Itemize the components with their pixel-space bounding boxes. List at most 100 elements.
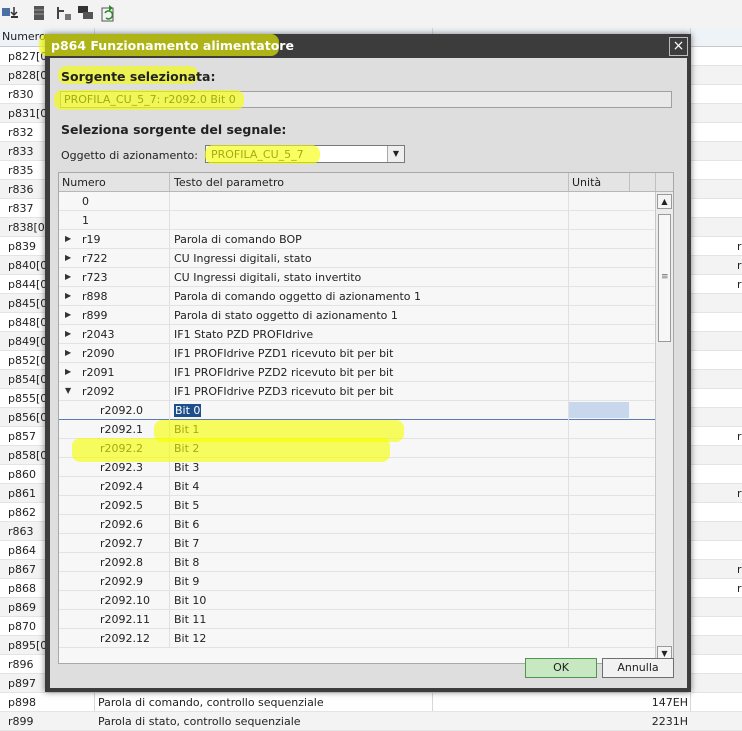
row-number: r2092	[82, 385, 115, 398]
parameter-extra: r	[737, 430, 742, 443]
parameter-number: p845[0	[8, 297, 48, 310]
close-icon[interactable]: ×	[669, 37, 688, 56]
grid-row[interactable]: 1	[59, 211, 655, 230]
grid-row[interactable]: ▼ r2092 IF1 PROFIdrive PZD3 ricevuto bit p…	[59, 382, 655, 401]
vertical-scrollbar[interactable]: ▲ ≡ ▼	[655, 192, 673, 663]
parameter-number: p856[0	[8, 411, 48, 424]
row-number: r723	[82, 271, 108, 284]
grid-row[interactable]: ▶ r2043 IF1 Stato PZD PROFIdrive	[59, 325, 655, 344]
grid-row[interactable]: ▶ r899 Parola di stato oggetto di azioname…	[59, 306, 655, 325]
row-text: IF1 PROFIdrive PZD2 ricevuto bit per bit	[174, 366, 394, 379]
row-text: Bit 1	[174, 423, 200, 436]
grid-row[interactable]: ▶ r722 CU Ingressi digitali, stato	[59, 249, 655, 268]
parameter-number: r836	[8, 183, 34, 196]
column-header-testo[interactable]: Testo del parametro	[174, 176, 284, 189]
parameter-extra: r	[737, 240, 742, 253]
toolbar	[0, 0, 742, 29]
drive-object-label: Oggetto di azionamento:	[61, 149, 198, 162]
grid-row[interactable]: r2092.10 Bit 10	[59, 591, 655, 610]
grid-row[interactable]: r2092.9 Bit 9	[59, 572, 655, 591]
grid-row[interactable]: r2092.5 Bit 5	[59, 496, 655, 515]
parameter-number: p868	[8, 582, 36, 595]
row-text: Parola di comando BOP	[174, 233, 302, 246]
expand-arrow-icon[interactable]: ▶	[65, 253, 71, 262]
parameter-number: r833	[8, 145, 34, 158]
row-number: r2092.4	[100, 480, 144, 493]
grid-row[interactable]: ▶ r2091 IF1 PROFIdrive PZD2 ricevuto bit p…	[59, 363, 655, 382]
parameter-number: r863	[8, 525, 34, 538]
grid-row[interactable]: r2092.4 Bit 4	[59, 477, 655, 496]
table-row[interactable]: r899 Parola di stato, controllo sequenzia…	[0, 712, 742, 731]
drive-object-value: PROFILA_CU_5_7	[211, 148, 304, 161]
grid-row[interactable]: r2092.1 Bit 1	[59, 420, 655, 439]
row-number: r899	[82, 309, 108, 322]
grid-row[interactable]: r2092.6 Bit 6	[59, 515, 655, 534]
parameter-number: p855[0	[8, 392, 48, 405]
expand-arrow-icon[interactable]: ▶	[65, 272, 71, 281]
grid-row[interactable]: r2092.8 Bit 8	[59, 553, 655, 572]
row-text: Bit 7	[174, 537, 200, 550]
row-text: IF1 PROFIdrive PZD3 ricevuto bit per bit	[174, 385, 394, 398]
row-number: r2092.6	[100, 518, 144, 531]
grid-row-selected[interactable]: r2092.0 Bit 0	[59, 401, 655, 420]
tool-icon[interactable]	[56, 5, 71, 20]
parameter-number: p854[0	[8, 373, 48, 386]
chevron-down-icon[interactable]: ▼	[387, 146, 404, 162]
row-number: r2092.1	[100, 423, 144, 436]
row-text: Bit 11	[174, 613, 207, 626]
grid-row[interactable]: r2092.11 Bit 11	[59, 610, 655, 629]
row-text: CU Ingressi digitali, stato	[174, 252, 312, 265]
refresh-icon[interactable]	[100, 5, 114, 22]
parameter-number: p897	[8, 677, 36, 690]
grid-row[interactable]: r2092.3 Bit 3	[59, 458, 655, 477]
grid-row[interactable]: ▶ r2090 IF1 PROFIdrive PZD1 ricevuto bit p…	[59, 344, 655, 363]
grid-row[interactable]: ▶ r723 CU Ingressi digitali, stato inverti…	[59, 268, 655, 287]
grid-row[interactable]: r2092.2 Bit 2	[59, 439, 655, 458]
expand-arrow-icon[interactable]: ▶	[65, 348, 71, 357]
parameter-grid: Numero Testo del parametro Unità 0 1 ▶ r19 P…	[58, 172, 674, 664]
row-number: r2043	[82, 328, 115, 341]
row-number: r898	[82, 290, 108, 303]
drive-object-dropdown[interactable]: PROFILA_CU_5_7 ▼	[205, 145, 405, 163]
row-number: r722	[82, 252, 108, 265]
grid-row[interactable]: r2092.7 Bit 7	[59, 534, 655, 553]
grid-row[interactable]: r2092.12 Bit 12	[59, 629, 655, 648]
parameter-number: r835	[8, 164, 34, 177]
grid-icon[interactable]	[33, 5, 47, 20]
dialog-body: Sorgente selezionata: PROFILA_CU_5_7: r2…	[50, 58, 687, 688]
parameter-number: p827[0	[8, 50, 48, 63]
expand-arrow-icon[interactable]: ▶	[65, 291, 71, 300]
row-number: 0	[82, 195, 89, 208]
parameter-extra: r	[737, 278, 742, 291]
table-row[interactable]: p898 Parola di comando, controllo sequenz…	[0, 693, 742, 712]
scroll-thumb[interactable]: ≡	[658, 214, 671, 342]
expand-arrow-icon[interactable]: ▶	[65, 234, 71, 243]
grid-row[interactable]: ▶ r898 Parola di comando oggetto di aziona…	[59, 287, 655, 306]
row-text: Bit 3	[174, 461, 200, 474]
expand-arrow-icon[interactable]: ▶	[65, 367, 71, 376]
ok-button[interactable]: OK	[525, 658, 597, 678]
scroll-up-icon[interactable]: ▲	[657, 194, 672, 209]
expand-arrow-icon[interactable]: ▶	[65, 310, 71, 319]
parameter-number: p862	[8, 506, 36, 519]
expand-arrow-icon[interactable]: ▶	[65, 329, 71, 338]
parameter-number: r896	[8, 658, 34, 671]
row-text: Parola di stato oggetto di azionamento 1	[174, 309, 398, 322]
grid-row[interactable]: ▶ r19 Parola di comando BOP	[59, 230, 655, 249]
row-number: r2092.5	[100, 499, 144, 512]
row-number: r2092.8	[100, 556, 144, 569]
export-icon[interactable]	[2, 5, 18, 19]
row-text: Bit 6	[174, 518, 200, 531]
column-header-numero[interactable]: Numero	[62, 176, 106, 189]
collapse-arrow-icon[interactable]: ▼	[65, 386, 71, 395]
grid-row[interactable]: 0	[59, 192, 655, 211]
parameter-extra: r	[737, 563, 742, 576]
parameter-number: p898	[8, 696, 36, 709]
row-number: r2092.0	[100, 404, 144, 417]
select-source-label: Seleziona sorgente del segnale:	[61, 122, 287, 137]
selected-text: Bit 0	[174, 404, 202, 417]
cancel-button[interactable]: Annulla	[602, 658, 674, 678]
row-number: r2092.12	[100, 632, 151, 645]
column-header-unita[interactable]: Unità	[572, 176, 601, 189]
layers-icon[interactable]	[78, 5, 93, 19]
